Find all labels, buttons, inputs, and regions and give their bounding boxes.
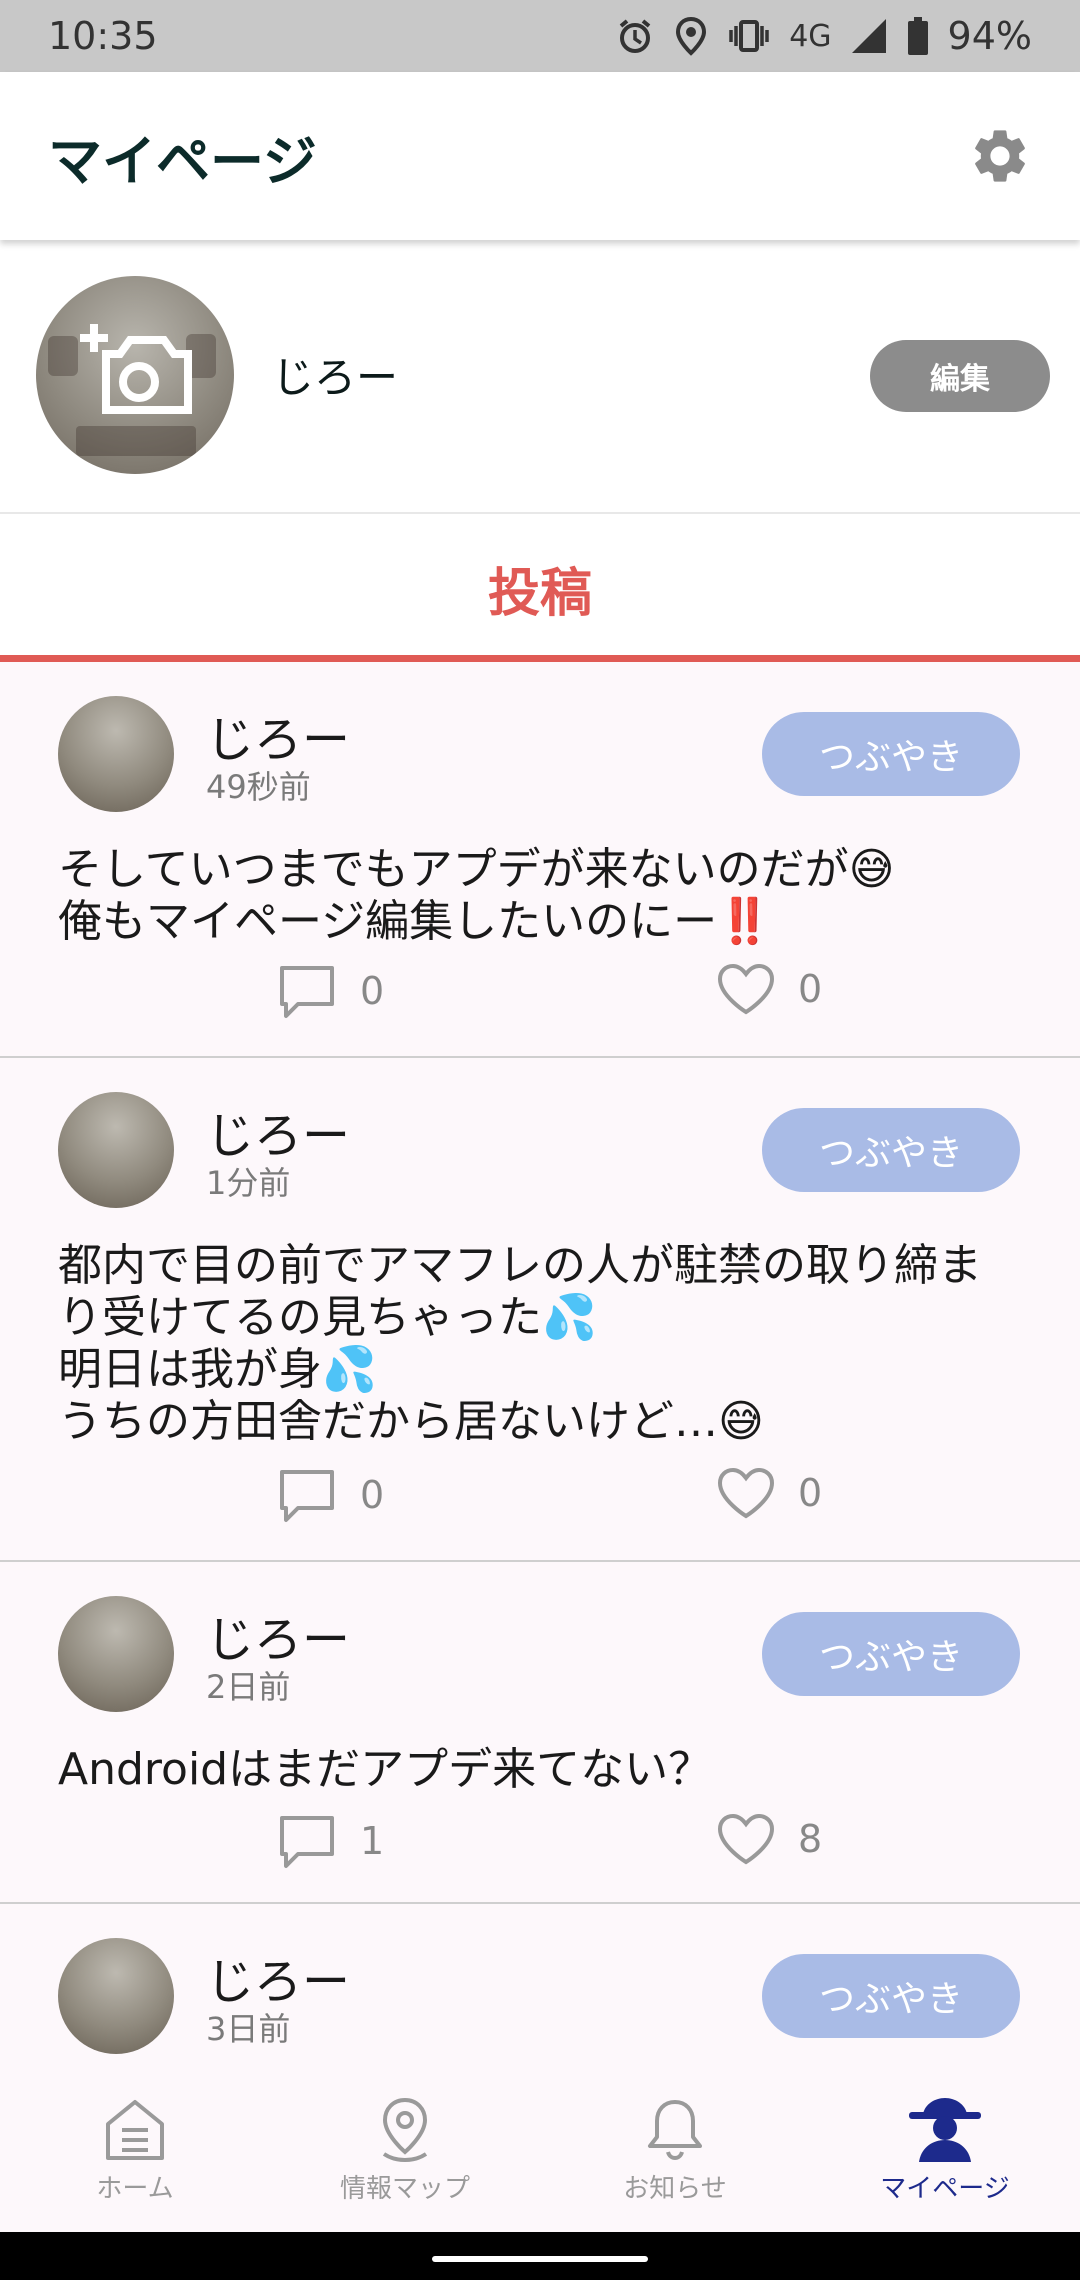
comment-button[interactable]: 0 xyxy=(276,962,384,1020)
status-bar: 10:35 4G 94% xyxy=(0,0,1080,72)
post-username: じろー xyxy=(206,1108,351,1164)
post-body: Androidはまだアプデ来てない？ xyxy=(58,1744,713,1795)
like-button[interactable]: 8 xyxy=(716,1812,822,1866)
post-time: 1分前 xyxy=(206,1164,291,1202)
battery-level: 94% xyxy=(947,14,1032,58)
post-tag-button[interactable]: つぶやき xyxy=(762,712,1020,796)
post-time: 3日前 xyxy=(206,2010,291,2048)
post-actions: 0 0 xyxy=(0,962,1080,1032)
battery-icon xyxy=(907,17,928,55)
post-card[interactable]: じろー 2日前 つぶやき Androidはまだアプデ来てない？ 1 8 xyxy=(0,1562,1080,1904)
status-time: 10:35 xyxy=(48,14,158,58)
heart-icon xyxy=(717,1813,775,1865)
tab-posts[interactable]: 投稿 xyxy=(0,512,1080,662)
location-icon xyxy=(676,16,707,56)
user-icon xyxy=(909,2097,981,2162)
add-photo-icon[interactable] xyxy=(36,276,234,474)
comment-icon xyxy=(280,1816,334,1868)
status-icons: 4G 94% xyxy=(615,14,1032,58)
post-tag-button[interactable]: つぶやき xyxy=(762,1108,1020,1192)
post-username: じろー xyxy=(206,1612,351,1668)
comment-count: 1 xyxy=(360,1819,385,1863)
like-count: 0 xyxy=(798,967,823,1011)
comment-button[interactable]: 0 xyxy=(276,1466,384,1524)
post-feed[interactable]: じろー 49秒前 つぶやき そしていつまでもアプデが来ないのだが😅 俺もマイペー… xyxy=(0,662,1080,2066)
gesture-bar xyxy=(0,2232,1080,2280)
like-count: 0 xyxy=(798,1471,823,1515)
post-card[interactable]: じろー 49秒前 つぶやき そしていつまでもアプデが来ないのだが😅 俺もマイペー… xyxy=(0,662,1080,1058)
like-button[interactable]: 0 xyxy=(716,962,822,1016)
post-body: そしていつまでもアプデが来ないのだが😅 俺もマイページ編集したいのにー‼️ xyxy=(58,844,895,947)
post-tag-button[interactable]: つぶやき xyxy=(762,1954,1020,2038)
profile-avatar[interactable] xyxy=(36,276,234,474)
tab-indicator xyxy=(0,655,1080,662)
tab-posts-label: 投稿 xyxy=(487,563,592,624)
post-card[interactable]: じろー 3日前 つぶやき xyxy=(0,1904,1080,2066)
network-label: 4G xyxy=(789,18,832,54)
bottom-nav: ホーム 情報マップ お知らせ マイページ xyxy=(0,2066,1080,2232)
post-avatar[interactable] xyxy=(58,1596,174,1712)
edit-profile-button[interactable]: 編集 xyxy=(870,340,1050,412)
map-pin-icon xyxy=(382,2097,428,2162)
nav-notifications[interactable]: お知らせ xyxy=(540,2066,810,2232)
post-actions: 1 8 xyxy=(0,1812,1080,1882)
heart-icon xyxy=(717,963,775,1015)
post-username: じろー xyxy=(206,712,351,768)
nav-notifications-label: お知らせ xyxy=(623,2173,727,2204)
nav-map[interactable]: 情報マップ xyxy=(270,2066,540,2232)
post-avatar[interactable] xyxy=(58,696,174,812)
profile-header: じろー 編集 xyxy=(0,240,1080,512)
comment-icon xyxy=(280,966,334,1018)
nav-map-label: 情報マップ xyxy=(339,2173,470,2204)
post-actions: 0 0 xyxy=(0,1466,1080,1536)
alarm-icon xyxy=(619,19,651,53)
gear-icon[interactable] xyxy=(968,124,1032,188)
post-tag-button[interactable]: つぶやき xyxy=(762,1612,1020,1696)
post-time: 49秒前 xyxy=(206,768,311,806)
like-button[interactable]: 0 xyxy=(716,1466,822,1520)
gesture-pill[interactable] xyxy=(432,2256,648,2262)
comment-icon xyxy=(280,1470,334,1522)
nav-home-label: ホーム xyxy=(96,2173,174,2204)
nav-home[interactable]: ホーム xyxy=(0,2066,270,2232)
signal-icon xyxy=(851,19,886,53)
post-time: 2日前 xyxy=(206,1668,291,1706)
post-avatar[interactable] xyxy=(58,1938,174,2054)
heart-icon xyxy=(717,1467,775,1519)
vibrate-icon xyxy=(729,20,769,52)
bell-icon xyxy=(648,2099,702,2160)
comment-button[interactable]: 1 xyxy=(276,1812,384,1870)
nav-mypage-label: マイページ xyxy=(880,2173,1010,2204)
profile-name: じろー xyxy=(272,353,399,402)
post-avatar[interactable] xyxy=(58,1092,174,1208)
post-card[interactable]: じろー 1分前 つぶやき 都内で目の前でアマフレの人が駐禁の取り締まり受けてるの… xyxy=(0,1058,1080,1562)
post-username: じろー xyxy=(206,1954,351,2010)
home-icon xyxy=(106,2099,164,2160)
nav-mypage[interactable]: マイページ xyxy=(810,2066,1080,2232)
comment-count: 0 xyxy=(360,1473,385,1517)
page-title: マイページ xyxy=(48,129,317,193)
post-body: 都内で目の前でアマフレの人が駐禁の取り締まり受けてるの見ちゃった💦 明日は我が身… xyxy=(58,1240,982,1447)
comment-count: 0 xyxy=(360,969,385,1013)
app-bar: マイページ xyxy=(0,72,1080,240)
like-count: 8 xyxy=(798,1817,823,1861)
